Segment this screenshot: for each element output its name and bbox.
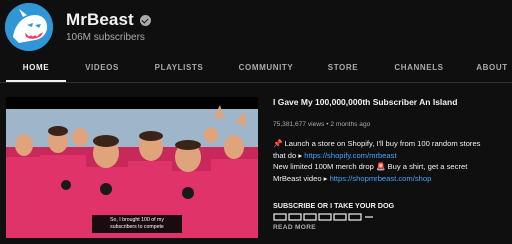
channel-name-row: MrBeast: [66, 10, 151, 30]
desc-line-2: that do ▸ https://shopify.com/mrbeast: [273, 150, 511, 162]
tab-channels-label: CHANNELS: [394, 63, 444, 72]
subscribe-line: SUBSCRIBE OR I TAKE YOUR DOG: [273, 201, 395, 210]
tab-community-label: COMMUNITY: [238, 63, 294, 72]
featured-video-info: I Gave My 100,000,000th Subscriber An Is…: [273, 97, 509, 231]
tab-store[interactable]: STORE: [322, 56, 364, 82]
shopify-link[interactable]: https://shopify.com/mrbeast: [304, 151, 396, 160]
tab-store-label: STORE: [327, 63, 359, 72]
upload-age: 2 months ago: [330, 121, 371, 128]
video-description: 📌 Launch a store on Shopify, I'll buy fr…: [273, 138, 511, 184]
tab-community[interactable]: COMMUNITY: [232, 56, 300, 82]
video-meta: 75,381,677 views • 2 months ago: [273, 121, 370, 128]
channel-tabs: HOME VIDEOS PLAYLISTS COMMUNITY STORE CH…: [0, 56, 512, 83]
tab-playlists-label: PLAYLISTS: [154, 63, 204, 72]
desc-line-3: New limited 100M merch drop 🚨 Buy a shir…: [273, 162, 468, 171]
desc-line-4: MrBeast video ▸ https://shopmrbeast.com/…: [273, 173, 511, 185]
tab-videos[interactable]: VIDEOS: [76, 56, 128, 82]
truncated-text-glyphs: [273, 213, 373, 221]
channel-avatar[interactable]: [5, 3, 53, 51]
tab-about[interactable]: ABOUT: [472, 56, 512, 82]
caption-line-1: So, I brought 100 of my: [110, 217, 164, 223]
channel-header: MrBeast 106M subscribers: [0, 0, 512, 54]
subscriber-count: 106M subscribers: [66, 32, 145, 43]
view-count: 75,381,677 views: [273, 121, 325, 128]
tab-videos-label: VIDEOS: [85, 63, 119, 72]
merch-store-link[interactable]: https://shopmrbeast.com/shop: [330, 174, 432, 183]
meta-separator: •: [326, 121, 329, 128]
desc-line-1: 📌 Launch a store on Shopify, I'll buy fr…: [273, 139, 481, 148]
mrbeast-logo-icon: [5, 3, 53, 51]
channel-name: MrBeast: [66, 10, 134, 29]
desc-line-4-text: MrBeast video ▸: [273, 173, 330, 183]
active-tab-indicator: [6, 80, 66, 82]
caption-line-2: subscribers to compete: [110, 224, 164, 230]
tab-home[interactable]: HOME: [6, 56, 66, 82]
tab-playlists[interactable]: PLAYLISTS: [148, 56, 210, 82]
tab-about-label: ABOUT: [476, 63, 508, 72]
video-title[interactable]: I Gave My 100,000,000th Subscriber An Is…: [273, 97, 509, 107]
verified-check-icon: [139, 14, 151, 26]
featured-video-player[interactable]: So, I brought 100 of my subscribers to c…: [6, 97, 258, 238]
tab-channels[interactable]: CHANNELS: [388, 56, 450, 82]
video-caption: So, I brought 100 of my subscribers to c…: [92, 215, 182, 233]
tab-home-label: HOME: [22, 63, 50, 72]
read-more-button[interactable]: READ MORE: [273, 224, 316, 231]
desc-line-2-text: that do ▸: [273, 150, 305, 160]
